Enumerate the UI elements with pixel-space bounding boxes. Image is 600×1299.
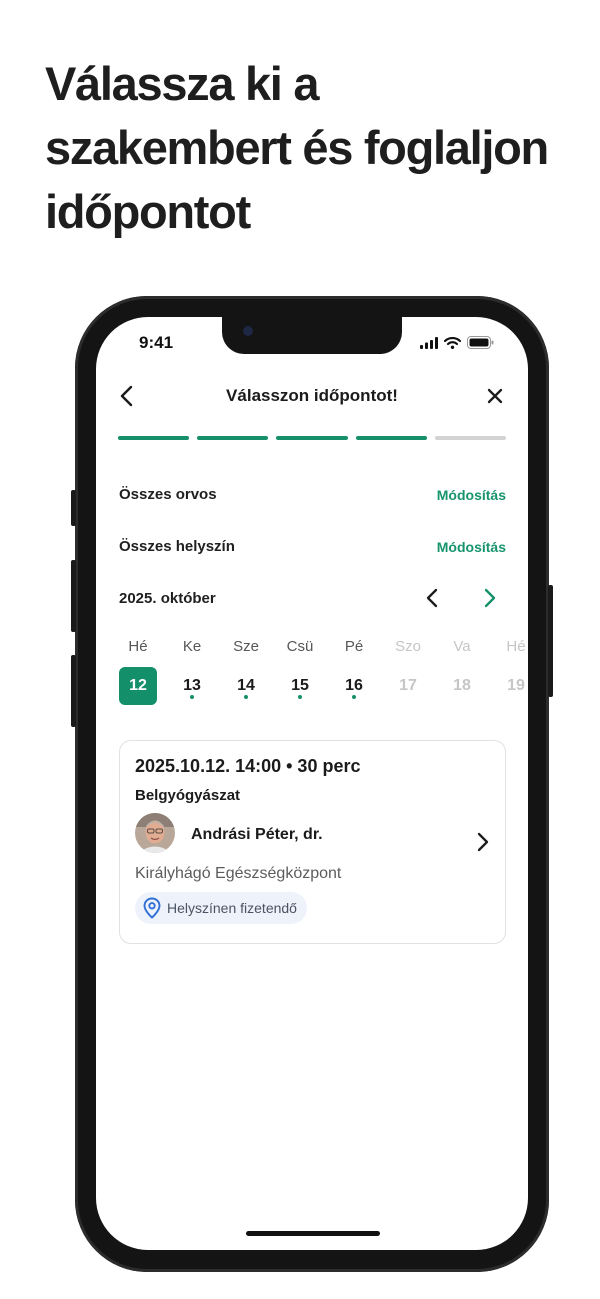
availability-dot: [244, 695, 248, 699]
availability-dot: [352, 695, 356, 699]
day-cell[interactable]: Hé 19: [496, 636, 528, 706]
day-cell[interactable]: Pé 16: [334, 636, 374, 706]
doctor-name: Andrási Péter, dr.: [191, 826, 323, 843]
appointment-card[interactable]: 2025.10.12. 14:00 • 30 perc Belgyógyásza…: [119, 740, 506, 944]
day-name: Szo: [395, 638, 421, 655]
day-cell[interactable]: Va 18: [442, 636, 482, 706]
phone-volume-up-button: [71, 560, 76, 632]
phone-power-button: [548, 585, 553, 697]
filter-doctor-modify-link[interactable]: Módosítás: [437, 487, 506, 503]
doctor-avatar: [135, 813, 175, 853]
availability-dot: [190, 695, 194, 699]
appointment-specialty: Belgyógyászat: [135, 787, 241, 804]
filter-location-label: Összes helyszín: [119, 538, 235, 555]
day-name: Ke: [182, 638, 202, 655]
availability-dot: [298, 695, 302, 699]
filter-location-modify-link[interactable]: Módosítás: [437, 539, 506, 555]
progress-step-1: [118, 436, 190, 440]
phone-side-button: [71, 490, 76, 526]
progress-step-3: [276, 436, 348, 440]
appointment-datetime: 2025.10.12. 14:00 • 30 perc: [135, 756, 361, 776]
location-pin-icon: [143, 897, 161, 919]
day-number: 18: [453, 677, 471, 694]
camera: [243, 326, 253, 336]
day-name: Csü: [286, 638, 314, 655]
progress-step-5: [434, 436, 507, 440]
headline-line-2: szakembert és foglaljon: [45, 121, 549, 174]
day-number: 15: [291, 677, 309, 694]
filter-doctor-row: Összes orvos Módosítás: [119, 486, 506, 508]
headline: Válassza ki a szakembert és foglaljon id…: [45, 52, 575, 244]
day-cell[interactable]: Ke 13: [172, 636, 212, 706]
phone-screen: 9:41 Válasszon időpontot! Összes orvos M…: [96, 317, 528, 1250]
progress-step-4: [355, 436, 427, 440]
close-icon[interactable]: [486, 387, 504, 405]
headline-line-3: időpontot: [45, 185, 251, 238]
status-icons: [420, 336, 494, 349]
day-name: Sze: [233, 638, 259, 655]
clinic-name: Királyhágó Egészségközpont: [135, 865, 342, 882]
headline-line-1: Válassza ki a: [45, 57, 319, 110]
day-cell[interactable]: Sze 14: [226, 636, 266, 706]
day-cell[interactable]: Csü 15: [280, 636, 320, 706]
day-cell[interactable]: Hé 12: [118, 636, 158, 706]
wifi-icon: [444, 336, 461, 349]
nav-bar: Válasszon időpontot!: [96, 379, 528, 413]
day-number: 13: [183, 677, 201, 694]
day-number: 14: [237, 677, 255, 694]
next-month-icon[interactable]: [478, 586, 500, 610]
day-name: Hé: [506, 638, 526, 655]
day-cell[interactable]: Szo 17: [388, 636, 428, 706]
day-name: Pé: [344, 638, 364, 655]
chevron-right-icon[interactable]: [473, 830, 493, 854]
home-indicator: [246, 1231, 380, 1236]
filter-location-row: Összes helyszín Módosítás: [119, 538, 506, 560]
signal-icon: [420, 336, 438, 349]
notch: [222, 317, 402, 354]
day-number: 19: [507, 677, 525, 694]
day-name: Hé: [128, 638, 148, 655]
step-progress: [118, 436, 507, 440]
day-number: 12: [119, 667, 157, 705]
progress-step-2: [197, 436, 269, 440]
page-title: Válasszon időpontot!: [226, 386, 398, 405]
day-strip: Hé 12 Ke 13 Sze 14 Csü 15 Pé 16 Szo 17 V: [118, 636, 528, 706]
phone-volume-down-button: [71, 655, 76, 727]
month-label: 2025. október: [119, 590, 216, 607]
filter-doctor-label: Összes orvos: [119, 486, 217, 503]
day-name: Va: [453, 638, 471, 655]
status-time: 9:41: [139, 333, 174, 352]
battery-icon: [467, 336, 494, 349]
day-number: 16: [345, 677, 363, 694]
payment-text: Helyszínen fizetendő: [167, 900, 297, 916]
payment-badge: Helyszínen fizetendő: [135, 892, 307, 924]
day-number: 17: [399, 677, 417, 694]
prev-month-icon[interactable]: [422, 586, 444, 610]
